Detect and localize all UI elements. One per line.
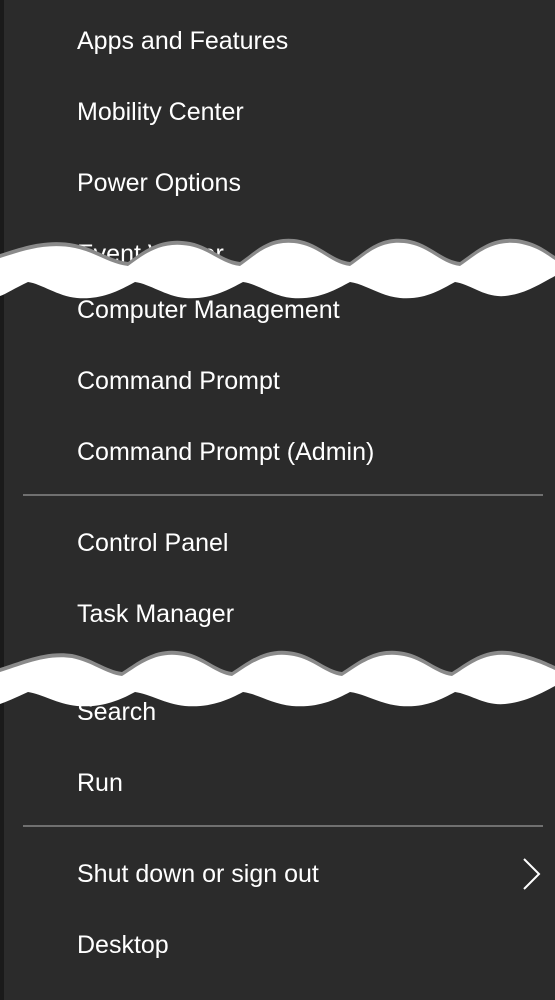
menu-item-task-manager[interactable]: Task Manager	[0, 583, 555, 645]
menu-separator	[23, 825, 543, 827]
torn-edge-overlay	[0, 238, 555, 299]
menu-item-label: Control Panel	[77, 529, 229, 557]
menu-item-label: Command Prompt (Admin)	[77, 438, 375, 466]
menu-item-label: Apps and Features	[77, 27, 289, 55]
menu-separator	[23, 494, 543, 496]
menu-item-control-panel[interactable]: Control Panel	[0, 512, 555, 574]
menu-item-label: Shut down or sign out	[77, 860, 319, 888]
torn-edge-overlay	[0, 650, 555, 707]
chevron-right-icon	[523, 858, 541, 890]
menu-item-mobility-center[interactable]: Mobility Center	[0, 81, 555, 143]
menu-item-label: Mobility Center	[77, 98, 244, 126]
context-menu: Apps and Features Mobility Center Power …	[0, 0, 555, 1000]
menu-item-shut-down-or-sign-out[interactable]: Shut down or sign out	[0, 843, 555, 905]
menu-item-run[interactable]: Run	[0, 752, 555, 814]
menu-item-command-prompt[interactable]: Command Prompt	[0, 350, 555, 412]
menu-item-desktop[interactable]: Desktop	[0, 914, 555, 976]
menu-item-label: Command Prompt	[77, 367, 280, 395]
menu-item-label: Run	[77, 769, 123, 797]
menu-item-label: Desktop	[77, 931, 169, 959]
menu-item-label: Task Manager	[77, 600, 235, 628]
menu-item-label: Power Options	[77, 169, 241, 197]
menu-item-apps-and-features[interactable]: Apps and Features	[0, 10, 555, 72]
menu-item-power-options[interactable]: Power Options	[0, 152, 555, 214]
menu-item-command-prompt-admin[interactable]: Command Prompt (Admin)	[0, 421, 555, 483]
